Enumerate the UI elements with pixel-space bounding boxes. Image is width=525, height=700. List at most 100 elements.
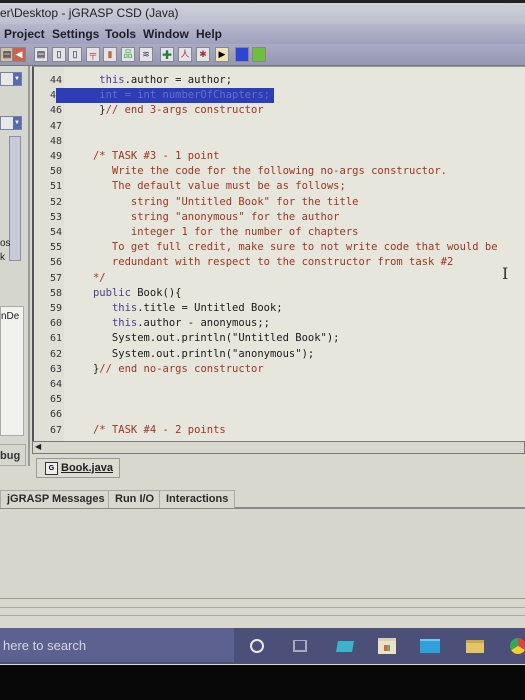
code-line[interactable]: 58 public Book(){ xyxy=(34,286,525,301)
code-token: // end no-args constructor xyxy=(99,362,264,375)
editor-horizontal-scrollbar[interactable]: ◀ xyxy=(32,441,525,454)
menu-help[interactable]: Help xyxy=(196,27,222,41)
debug-bug-icon[interactable]: ✱ xyxy=(196,47,210,62)
line-number: 59 xyxy=(49,303,62,314)
code-line[interactable]: 44 this.author = author; xyxy=(34,73,525,88)
store-icon[interactable] xyxy=(377,636,397,656)
line-number: 49 xyxy=(49,151,62,162)
line-number: 60 xyxy=(49,318,62,330)
code-token: redundant with respect to the constructo… xyxy=(74,256,454,269)
code-line[interactable]: 49 /* TASK #3 - 1 point xyxy=(34,149,525,164)
code-line[interactable]: 45 int = int numberOfChapters; xyxy=(34,88,525,104)
code-editor[interactable]: 44 this.author = author;45 int = int num… xyxy=(32,66,525,441)
line-number: 57 xyxy=(49,272,62,284)
code-line[interactable]: 54 integer 1 for the number of chapters xyxy=(34,225,525,240)
code-line[interactable]: 48 xyxy=(34,134,525,149)
book-icon[interactable]: ≋ xyxy=(139,47,153,62)
code-token: .author = author; xyxy=(124,74,233,86)
green-square-icon[interactable] xyxy=(252,47,266,62)
cortana-icon[interactable] xyxy=(247,636,267,656)
file-icon[interactable]: ▯ xyxy=(52,47,66,62)
code-line[interactable]: 52 string "Untitled Book" for the title xyxy=(34,195,525,210)
left-scrollbar[interactable] xyxy=(9,136,21,261)
line-number: 48 xyxy=(49,135,62,147)
bottom-tabs: jGRASP Messages Run I/O Interactions xyxy=(0,488,525,509)
code-token: /* TASK #3 - 1 point xyxy=(74,150,220,162)
file-alt-icon[interactable]: ▯ xyxy=(68,47,82,62)
code-text: The default value must be as follows; xyxy=(74,179,346,194)
file-explorer-icon[interactable] xyxy=(465,636,485,656)
title-bar: er\Desktop - jGRASP CSD (Java) xyxy=(0,0,525,24)
tab-jgrasp-messages[interactable]: jGRASP Messages xyxy=(0,490,112,508)
code-line[interactable]: 63 }// end no-args constructor xyxy=(34,362,525,377)
taskbar: here to search xyxy=(0,628,525,664)
taskbar-search[interactable]: here to search xyxy=(0,628,234,662)
new-file-icon[interactable]: ▤ xyxy=(34,47,48,62)
menu-window[interactable]: Window xyxy=(143,27,189,41)
file-tab-label: Book.java xyxy=(61,462,113,474)
tab-run-io[interactable]: Run I/O xyxy=(108,490,162,508)
bar-chart-icon[interactable]: ▮ xyxy=(103,47,117,62)
code-line[interactable]: 55 To get full credit, make sure to not … xyxy=(34,240,525,255)
left-list[interactable]: nDe xyxy=(0,306,24,436)
toolbar: ▤ ◀ ▤ ▯ ▯ ╤ ▮ 品 ≋ ✚ 人 ✱ ▶ xyxy=(0,44,525,66)
menu-project[interactable]: Project xyxy=(4,27,45,41)
line-number: 46 xyxy=(49,105,62,117)
mail-icon[interactable] xyxy=(420,636,440,656)
code-text: /* TASK #3 - 1 point xyxy=(74,149,219,164)
step-icon[interactable]: ▶ xyxy=(215,47,229,62)
code-line[interactable]: 67 /* TASK #4 - 2 points xyxy=(34,423,525,438)
code-token: } xyxy=(74,362,100,375)
code-line[interactable]: 46 }// end 3-args constructor xyxy=(34,103,525,118)
hierarchy-icon[interactable]: 品 xyxy=(121,47,135,62)
code-line[interactable]: 62 System.out.println("anonymous"); xyxy=(34,347,525,362)
run-icon[interactable]: 人 xyxy=(178,47,192,62)
back-icon[interactable]: ◀ xyxy=(12,47,26,62)
code-line[interactable]: 47 xyxy=(34,119,525,134)
line-number: 44 xyxy=(49,75,62,86)
code-text: Write the code for the following no-args… xyxy=(74,164,447,179)
code-line[interactable]: 51 The default value must be as follows; xyxy=(34,179,525,194)
task-view-icon[interactable] xyxy=(290,636,310,656)
pin-icon[interactable]: ╤ xyxy=(86,47,100,62)
java-file-icon: G xyxy=(45,461,58,475)
code-token: /* TASK #4 - 2 points xyxy=(74,423,226,436)
menu-tools[interactable]: Tools xyxy=(105,27,136,41)
blue-square-icon[interactable] xyxy=(235,47,249,62)
screen: er\Desktop - jGRASP CSD (Java) Project S… xyxy=(0,0,525,665)
code-line[interactable]: 53 string "anonymous" for the author xyxy=(34,210,525,225)
left-combo-2[interactable]: ▼ xyxy=(0,116,22,130)
chevron-down-icon[interactable]: ▼ xyxy=(13,73,21,85)
add-icon[interactable]: ✚ xyxy=(160,47,174,62)
file-tab-book-java[interactable]: G Book.java xyxy=(36,458,120,478)
code-line[interactable]: 64 xyxy=(34,377,525,392)
line-number: 67 xyxy=(49,424,62,436)
left-text-k: k xyxy=(0,252,5,263)
code-line[interactable]: 59 this.title = Untitled Book; xyxy=(34,301,525,316)
line-number: 56 xyxy=(49,257,62,269)
line-number: 50 xyxy=(49,166,62,178)
code-line[interactable]: 56 redundant with respect to the constru… xyxy=(34,255,525,270)
scroll-left-icon[interactable]: ◀ xyxy=(35,442,41,451)
code-line[interactable]: 65 xyxy=(34,392,525,407)
code-line[interactable]: 61 System.out.println("Untitled Book"); xyxy=(34,331,525,346)
monitor-icon[interactable] xyxy=(335,636,355,656)
menu-settings[interactable]: Settings xyxy=(52,27,99,41)
messages-area[interactable] xyxy=(0,510,525,598)
chevron-down-icon[interactable]: ▼ xyxy=(13,117,21,129)
code-line[interactable]: 57 */ xyxy=(34,271,525,286)
code-line[interactable]: 66 xyxy=(34,407,525,422)
tab-interactions[interactable]: Interactions xyxy=(159,490,236,508)
chrome-icon[interactable] xyxy=(508,636,525,656)
text-cursor-icon: I xyxy=(502,264,509,283)
line-number: 51 xyxy=(49,181,62,193)
monitor-bezel xyxy=(0,665,525,700)
code-line[interactable]: 60 this.author - anonymous;; xyxy=(34,316,525,331)
code-text: this.author = author; xyxy=(74,73,232,88)
code-line[interactable]: 50 Write the code for the following no-a… xyxy=(34,164,525,179)
left-combo-1[interactable]: ▼ xyxy=(0,72,22,86)
code-token: System.out.println("anonymous"); xyxy=(74,347,315,360)
code-text: int = int numberOfChapters; xyxy=(56,88,274,104)
